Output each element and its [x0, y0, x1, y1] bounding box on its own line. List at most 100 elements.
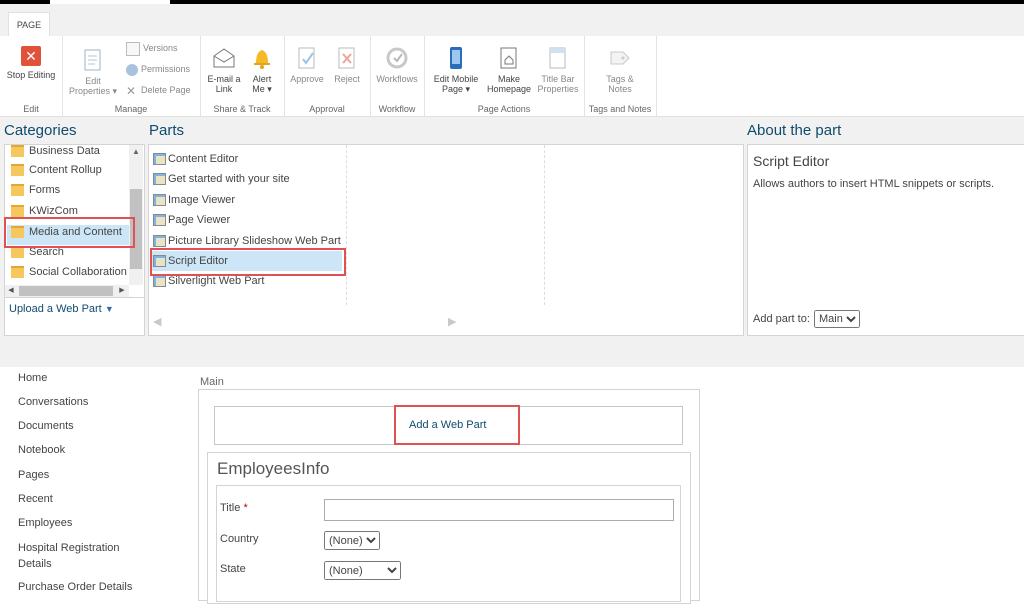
hscroll-thumb[interactable]: [19, 286, 113, 296]
country-select[interactable]: (None): [324, 531, 380, 550]
required-mark: *: [243, 502, 248, 514]
permissions-button[interactable]: Permissions: [126, 61, 190, 77]
page-forward-icon[interactable]: ▶: [448, 315, 456, 328]
nav-conversations[interactable]: Conversations: [18, 395, 88, 409]
state-field-label: State: [220, 563, 246, 575]
reject-icon: [335, 46, 359, 70]
folder-icon: [11, 184, 24, 197]
nav-documents[interactable]: Documents: [18, 419, 74, 433]
zone-label: Main: [200, 376, 224, 388]
workflow-group: Workflows Workflow: [370, 36, 425, 116]
web-part-icon: [153, 153, 166, 166]
chevron-down-icon: ▼: [104, 304, 114, 314]
approve-icon: [295, 46, 319, 70]
nav-purchase-order-details[interactable]: Purchase Order Details: [18, 580, 132, 594]
category-item[interactable]: Business Data: [11, 145, 100, 160]
state-select[interactable]: (None): [324, 561, 401, 580]
edit-properties-icon: [81, 48, 105, 72]
workflow-group-label: Workflow: [378, 104, 416, 114]
share-group-label: Share & Track: [213, 104, 271, 114]
web-part-icon: [153, 194, 166, 207]
ribbon-tab-strip: [0, 4, 1024, 36]
add-part-zone-select[interactable]: Main: [814, 310, 860, 328]
manage-group: Edit Properties ▾ Versions Permissions ✕…: [62, 36, 201, 116]
delete-icon: ✕: [126, 83, 137, 98]
categories-title: Categories: [4, 122, 77, 139]
highlight-category: [4, 217, 135, 248]
edit-mobile-page-button[interactable]: Edit Mobile Page ▾: [428, 46, 484, 94]
mobile-icon: [444, 46, 468, 70]
web-part-icon: [153, 235, 166, 248]
approval-group: Approve Reject Approval: [284, 36, 371, 116]
horizontal-scrollbar[interactable]: ◀ ▶: [5, 285, 129, 297]
stop-editing-button[interactable]: ✕ Stop Editing: [2, 46, 60, 80]
title-bar-icon: [546, 46, 570, 70]
edit-group: ✕ Stop Editing Edit: [0, 36, 63, 116]
page-back-icon[interactable]: ◀: [153, 315, 161, 328]
webpart-title: EmployeesInfo: [217, 459, 330, 478]
delete-page-button[interactable]: ✕ Delete Page: [126, 82, 191, 98]
web-part-icon: [153, 275, 166, 288]
category-item[interactable]: Social Collaboration: [11, 263, 127, 281]
parts-title: Parts: [149, 122, 185, 139]
vertical-scrollbar[interactable]: ▲: [129, 145, 143, 285]
email-link-button[interactable]: E-mail a Link: [204, 46, 244, 94]
nav-notebook[interactable]: Notebook: [18, 443, 65, 457]
make-homepage-button[interactable]: Make Homepage: [484, 46, 534, 94]
workflows-button[interactable]: Workflows: [372, 46, 422, 84]
scroll-right-icon[interactable]: ▶: [116, 285, 128, 297]
part-item[interactable]: Content Editor: [153, 150, 238, 168]
add-part-to-label: Add part to:: [753, 313, 810, 325]
tags-group-label: Tags and Notes: [588, 104, 652, 114]
scroll-left-icon[interactable]: ◀: [5, 285, 17, 297]
edit-properties-button[interactable]: Edit Properties ▾: [66, 48, 120, 96]
nav-employees[interactable]: Employees: [18, 516, 72, 530]
divider: [5, 297, 144, 298]
tags-notes-button[interactable]: Tags & Notes: [594, 46, 646, 94]
highlight-add-web-part: [394, 405, 520, 445]
parts-list: Content Editor Get started with your sit…: [148, 144, 744, 336]
page-actions-group-label: Page Actions: [477, 104, 531, 114]
part-item[interactable]: Image Viewer: [153, 191, 235, 209]
about-part-description: Allows authors to insert HTML snippets o…: [753, 178, 995, 190]
category-item[interactable]: Forms: [11, 181, 60, 199]
upload-web-part-button[interactable]: Upload a Web Part ▼: [9, 303, 114, 315]
title-input[interactable]: [324, 499, 674, 521]
edit-group-label: Edit: [23, 104, 39, 114]
nav-home[interactable]: Home: [18, 371, 47, 385]
approve-button[interactable]: Approve: [288, 46, 326, 84]
email-icon: [212, 46, 236, 70]
nav-recent[interactable]: Recent: [18, 492, 53, 506]
ribbon: ✕ Stop Editing Edit Edit Properties ▾ Ve…: [0, 36, 1024, 117]
folder-icon: [11, 205, 24, 218]
tab-page[interactable]: PAGE: [8, 12, 50, 37]
nav-pages[interactable]: Pages: [18, 468, 49, 482]
versions-button[interactable]: Versions: [126, 40, 178, 56]
homepage-icon: [497, 46, 521, 70]
column-divider: [346, 145, 347, 305]
about-title: About the part: [747, 122, 842, 139]
folder-icon: [11, 266, 24, 279]
alert-me-button[interactable]: Alert Me ▾: [246, 46, 278, 94]
column-divider: [544, 145, 545, 305]
bell-icon: [250, 46, 274, 70]
title-bar-properties-button[interactable]: Title Bar Properties: [534, 46, 582, 94]
reject-button[interactable]: Reject: [328, 46, 366, 84]
page-actions-group: Edit Mobile Page ▾ Make Homepage Title B…: [424, 36, 585, 116]
workflows-icon: [385, 46, 409, 70]
about-part-box: Script Editor Allows authors to insert H…: [747, 144, 1024, 336]
web-part-icon: [153, 214, 166, 227]
folder-icon: [11, 145, 24, 158]
part-item[interactable]: Get started with your site: [153, 170, 290, 188]
share-track-group: E-mail a Link Alert Me ▾ Share & Track: [200, 36, 285, 116]
web-part-icon: [153, 173, 166, 186]
permissions-icon: [126, 63, 138, 76]
nav-hospital-registration[interactable]: Hospital Registration Details: [18, 541, 120, 571]
part-item[interactable]: Page Viewer: [153, 211, 230, 229]
approval-group-label: Approval: [309, 104, 345, 114]
scroll-up-icon[interactable]: ▲: [129, 145, 143, 159]
category-item[interactable]: Content Rollup: [11, 161, 102, 179]
tags-icon: [608, 46, 632, 70]
title-field-label: Title *: [220, 502, 248, 514]
manage-group-label: Manage: [114, 104, 148, 114]
